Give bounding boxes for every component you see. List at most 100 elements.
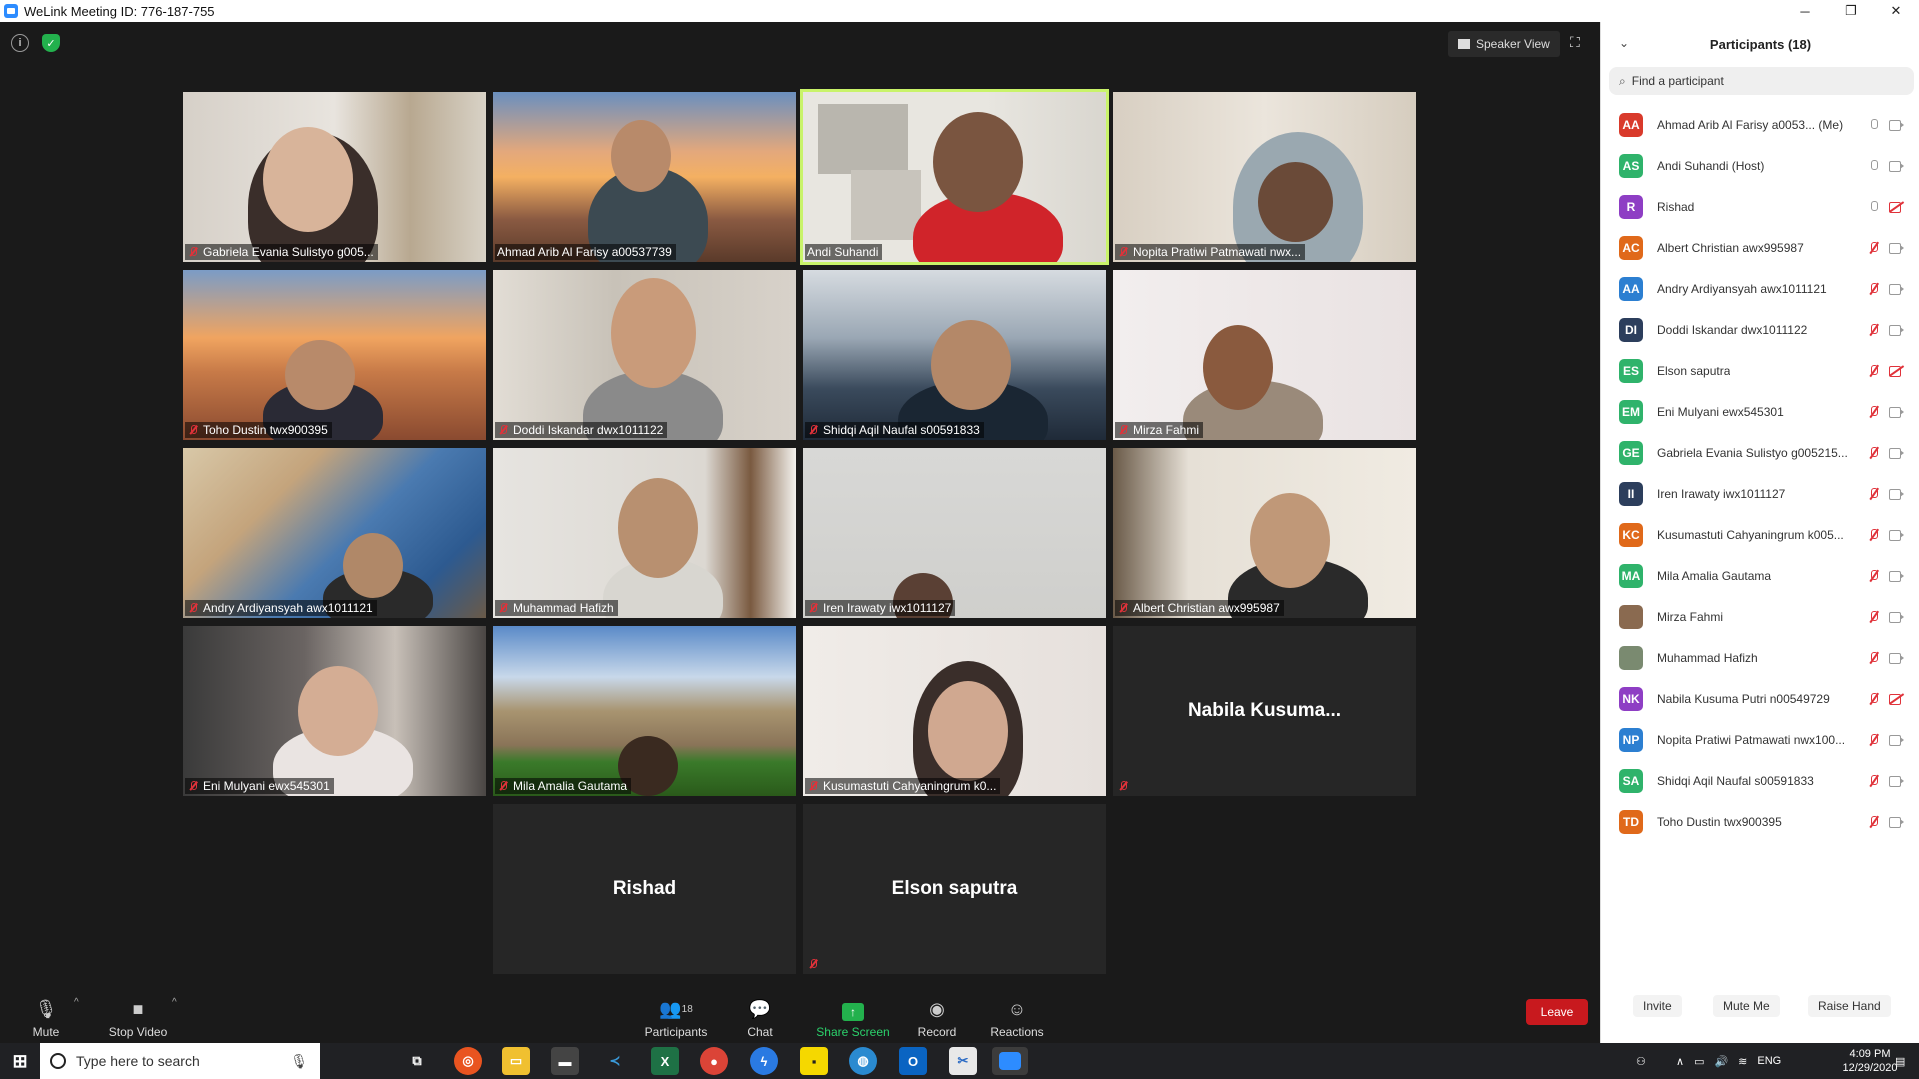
share-screen-button[interactable]: ↑ Share Screen — [808, 989, 898, 1039]
mute-me-button[interactable]: Mute Me — [1713, 995, 1780, 1017]
microphone-icon[interactable] — [1868, 200, 1880, 214]
participant-row[interactable]: R Rishad — [1601, 186, 1919, 227]
muted-microphone-icon[interactable] — [1868, 282, 1880, 296]
chrome-icon[interactable]: ● — [700, 1047, 728, 1075]
video-camera-icon[interactable] — [1889, 775, 1905, 787]
restore-button[interactable]: ❐ — [1828, 0, 1874, 22]
reactions-button[interactable]: ☺ Reactions — [977, 989, 1057, 1040]
participant-row[interactable]: AS Andi Suhandi (Host) — [1601, 145, 1919, 186]
muted-microphone-icon[interactable] — [1868, 733, 1880, 747]
find-participant-input[interactable]: ⌕ Find a participant — [1609, 67, 1914, 95]
video-off-icon[interactable] — [1889, 201, 1905, 213]
muted-microphone-icon[interactable] — [1868, 241, 1880, 255]
browser-globe-icon[interactable]: ◍ — [849, 1047, 877, 1075]
shield-icon[interactable]: ✓ — [42, 34, 60, 52]
muted-microphone-icon[interactable] — [1868, 651, 1880, 665]
participant-row[interactable]: EM Eni Mulyani ewx545301 — [1601, 391, 1919, 432]
muted-microphone-icon[interactable] — [1868, 774, 1880, 788]
zoom-taskbar-icon[interactable] — [992, 1047, 1028, 1075]
video-tile[interactable]: Kusumastuti Cahyaningrum k0... — [803, 626, 1106, 796]
video-tile-active-speaker[interactable]: Andi Suhandi — [800, 89, 1109, 265]
people-icon[interactable]: ⚇ — [1636, 1043, 1646, 1079]
video-tile-camera-off[interactable]: Rishad — [493, 804, 796, 974]
video-tile[interactable]: Muhammad Hafizh — [493, 448, 796, 618]
vscode-icon[interactable]: ≺ — [601, 1047, 629, 1075]
terminal-icon[interactable]: ▬ — [551, 1047, 579, 1075]
participant-row[interactable]: Muhammad Hafizh — [1601, 637, 1919, 678]
microphone-icon[interactable] — [1868, 159, 1880, 173]
participant-row[interactable]: AA Andry Ardiyansyah awx1011121 — [1601, 268, 1919, 309]
info-icon[interactable]: i — [11, 34, 29, 52]
video-tile[interactable]: Andry Ardiyansyah awx1011121 — [183, 448, 486, 618]
video-camera-icon[interactable] — [1889, 652, 1905, 664]
video-tile[interactable]: Ahmad Arib Al Farisy a00537739 — [493, 92, 796, 262]
notifications-icon[interactable]: ▤ — [1895, 1043, 1905, 1079]
excel-icon[interactable]: X — [651, 1047, 679, 1075]
participant-row[interactable]: GE Gabriela Evania Sulistyo g005215... — [1601, 432, 1919, 473]
muted-microphone-icon[interactable] — [1868, 405, 1880, 419]
ubuntu-icon[interactable]: ◎ — [454, 1047, 482, 1075]
video-off-icon[interactable] — [1889, 365, 1905, 377]
invite-button[interactable]: Invite — [1633, 995, 1682, 1017]
outlook-icon[interactable]: O — [899, 1047, 927, 1075]
raise-hand-button[interactable]: Raise Hand — [1808, 995, 1891, 1017]
muted-microphone-icon[interactable] — [1868, 528, 1880, 542]
fullscreen-icon[interactable]: ⛶ — [1570, 34, 1588, 52]
participant-row[interactable]: MA Mila Amalia Gautama — [1601, 555, 1919, 596]
close-button[interactable]: ✕ — [1873, 0, 1919, 22]
language-indicator[interactable]: ENG — [1757, 1055, 1781, 1067]
muted-microphone-icon[interactable] — [1868, 364, 1880, 378]
participant-row[interactable]: Mirza Fahmi — [1601, 596, 1919, 637]
chevron-up-icon[interactable]: ∧ — [1676, 1055, 1684, 1068]
audio-options-caret-icon[interactable]: ^ — [74, 997, 79, 1008]
video-camera-icon[interactable] — [1889, 406, 1905, 418]
muted-microphone-icon[interactable] — [1868, 323, 1880, 337]
muted-microphone-icon[interactable] — [1868, 692, 1880, 706]
wifi-icon[interactable]: ≋ — [1738, 1055, 1747, 1068]
clock[interactable]: 4:09 PM 12/29/2020 — [1840, 1043, 1900, 1079]
video-tile[interactable]: Nopita Pratiwi Patmawati nwx... — [1113, 92, 1416, 262]
video-tile[interactable]: Gabriela Evania Sulistyo g005... — [183, 92, 486, 262]
record-button[interactable]: ◉ Record — [897, 989, 977, 1040]
video-camera-icon[interactable] — [1889, 324, 1905, 336]
volume-icon[interactable]: 🔊 — [1714, 1055, 1728, 1068]
video-camera-icon[interactable] — [1889, 570, 1905, 582]
participant-row[interactable]: KC Kusumastuti Cahyaningrum k005... — [1601, 514, 1919, 555]
taskbar-search-input[interactable]: Type here to search 🎙 — [40, 1043, 320, 1079]
video-camera-icon[interactable] — [1889, 447, 1905, 459]
video-camera-icon[interactable] — [1889, 242, 1905, 254]
participant-row[interactable]: SA Shidqi Aqil Naufal s00591833 — [1601, 760, 1919, 801]
video-camera-icon[interactable] — [1889, 283, 1905, 295]
system-tray-icons[interactable]: ∧ ▭ 🔊 ≋ ENG — [1676, 1043, 1781, 1079]
participant-row[interactable]: NK Nabila Kusuma Putri n00549729 — [1601, 678, 1919, 719]
snipping-tool-icon[interactable]: ✂ — [949, 1047, 977, 1075]
microphone-icon[interactable] — [1868, 118, 1880, 132]
video-tile[interactable]: Iren Irawaty iwx1011127 — [803, 448, 1106, 618]
participant-row[interactable]: ES Elson saputra — [1601, 350, 1919, 391]
participant-row[interactable]: II Iren Irawaty iwx1011127 — [1601, 473, 1919, 514]
minimize-button[interactable]: ─ — [1782, 0, 1828, 22]
microphone-icon[interactable]: 🎙 — [290, 1053, 308, 1070]
video-camera-icon[interactable] — [1889, 611, 1905, 623]
participant-row[interactable]: NP Nopita Pratiwi Patmawati nwx100... — [1601, 719, 1919, 760]
muted-microphone-icon[interactable] — [1868, 569, 1880, 583]
video-camera-icon[interactable] — [1889, 816, 1905, 828]
video-tile[interactable]: Mirza Fahmi — [1113, 270, 1416, 440]
muted-microphone-icon[interactable] — [1868, 446, 1880, 460]
video-camera-icon[interactable] — [1889, 529, 1905, 541]
lightning-app-icon[interactable]: ϟ — [750, 1047, 778, 1075]
video-tile[interactable]: Albert Christian awx995987 — [1113, 448, 1416, 618]
video-off-icon[interactable] — [1889, 693, 1905, 705]
video-tile[interactable]: Eni Mulyani ewx545301 — [183, 626, 486, 796]
muted-microphone-icon[interactable] — [1868, 487, 1880, 501]
video-tile[interactable]: Mila Amalia Gautama — [493, 626, 796, 796]
participant-row[interactable]: DI Doddi Iskandar dwx1011122 — [1601, 309, 1919, 350]
video-camera-icon[interactable] — [1889, 488, 1905, 500]
chat-button[interactable]: 💬 Chat — [720, 989, 800, 1040]
speaker-view-button[interactable]: Speaker View — [1448, 31, 1560, 57]
task-view-icon[interactable]: ⧉ — [403, 1047, 431, 1075]
battery-icon[interactable]: ▭ — [1694, 1055, 1704, 1068]
stop-video-button[interactable]: ■ Stop Video — [98, 989, 178, 1040]
video-tile-camera-off[interactable]: Nabila Kusuma... — [1113, 626, 1416, 796]
video-tile[interactable]: Shidqi Aqil Naufal s00591833 — [803, 270, 1106, 440]
